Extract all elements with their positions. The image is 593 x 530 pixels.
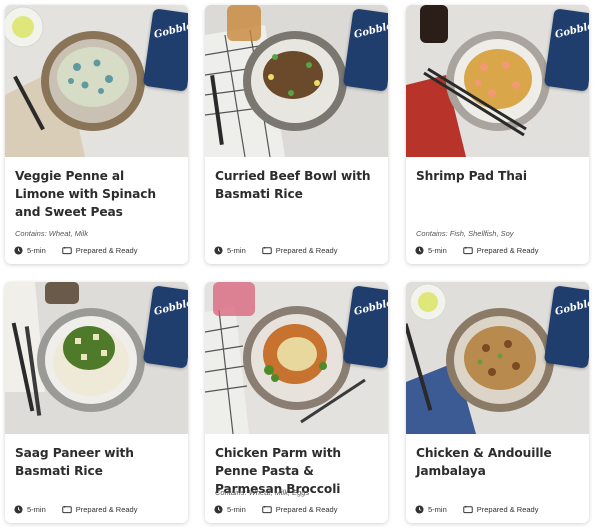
meal-card[interactable]: Gobble Chicken & Andouille Jambalaya 5-m… bbox=[406, 282, 589, 523]
clock-icon bbox=[214, 505, 223, 514]
prep-time: 5-min bbox=[428, 246, 447, 255]
prep-time: 5-min bbox=[227, 505, 246, 514]
meal-card[interactable]: Gobble Curried Beef Bowl with Basmati Ri… bbox=[205, 5, 388, 264]
prep-time: 5-min bbox=[227, 246, 246, 255]
allergen-info: Contains: Fish, Shellfish, Soy bbox=[416, 229, 514, 238]
prep-label: Prepared & Ready bbox=[275, 505, 338, 514]
meal-card[interactable]: Gobble Veggie Penne al Limone with Spina… bbox=[5, 5, 188, 264]
prep-label: Prepared & Ready bbox=[75, 505, 138, 514]
meal-photo[interactable]: Gobble bbox=[205, 282, 388, 434]
prep-time: 5-min bbox=[27, 246, 46, 255]
tray-icon bbox=[62, 505, 72, 514]
prep-label: Prepared & Ready bbox=[75, 246, 138, 255]
tray-icon bbox=[262, 505, 272, 514]
tray-icon bbox=[262, 246, 272, 255]
allergen-info: Contains: Wheat, Milk bbox=[15, 229, 88, 238]
prep-label: Prepared & Ready bbox=[476, 505, 539, 514]
meal-title[interactable]: Shrimp Pad Thai bbox=[416, 167, 578, 185]
meal-photo[interactable]: Gobble bbox=[406, 282, 589, 434]
clock-icon bbox=[14, 505, 23, 514]
meal-grid: Gobble Veggie Penne al Limone with Spina… bbox=[0, 0, 593, 530]
meal-photo[interactable]: Gobble bbox=[406, 5, 589, 157]
meal-meta: 5-min Prepared & Ready bbox=[214, 505, 337, 514]
prep-label: Prepared & Ready bbox=[275, 246, 338, 255]
clock-icon bbox=[14, 246, 23, 255]
tray-icon bbox=[463, 505, 473, 514]
prep-time: 5-min bbox=[428, 505, 447, 514]
meal-photo[interactable]: Gobble bbox=[205, 5, 388, 157]
meal-photo[interactable]: Gobble bbox=[5, 5, 188, 157]
allergen-info: Contains: Wheat, Milk, Eggs bbox=[215, 488, 310, 497]
tray-icon bbox=[62, 246, 72, 255]
meal-card[interactable]: Gobble Chicken Parm with Penne Pasta & P… bbox=[205, 282, 388, 523]
meal-meta: 5-min Prepared & Ready bbox=[14, 505, 137, 514]
meal-meta: 5-min Prepared & Ready bbox=[415, 246, 538, 255]
clock-icon bbox=[415, 246, 424, 255]
meal-card[interactable]: Gobble Shrimp Pad Thai Contains: Fish, S… bbox=[406, 5, 589, 264]
meal-title[interactable]: Saag Paneer with Basmati Rice bbox=[15, 444, 177, 480]
meal-photo[interactable]: Gobble bbox=[5, 282, 188, 434]
meal-card[interactable]: Gobble Saag Paneer with Basmati Rice 5-m… bbox=[5, 282, 188, 523]
meal-title[interactable]: Curried Beef Bowl with Basmati Rice bbox=[215, 167, 377, 203]
clock-icon bbox=[214, 246, 223, 255]
meal-title[interactable]: Chicken & Andouille Jambalaya bbox=[416, 444, 578, 480]
meal-meta: 5-min Prepared & Ready bbox=[214, 246, 337, 255]
meal-meta: 5-min Prepared & Ready bbox=[14, 246, 137, 255]
prep-time: 5-min bbox=[27, 505, 46, 514]
meal-meta: 5-min Prepared & Ready bbox=[415, 505, 538, 514]
meal-title[interactable]: Veggie Penne al Limone with Spinach and … bbox=[15, 167, 177, 221]
clock-icon bbox=[415, 505, 424, 514]
tray-icon bbox=[463, 246, 473, 255]
prep-label: Prepared & Ready bbox=[476, 246, 539, 255]
